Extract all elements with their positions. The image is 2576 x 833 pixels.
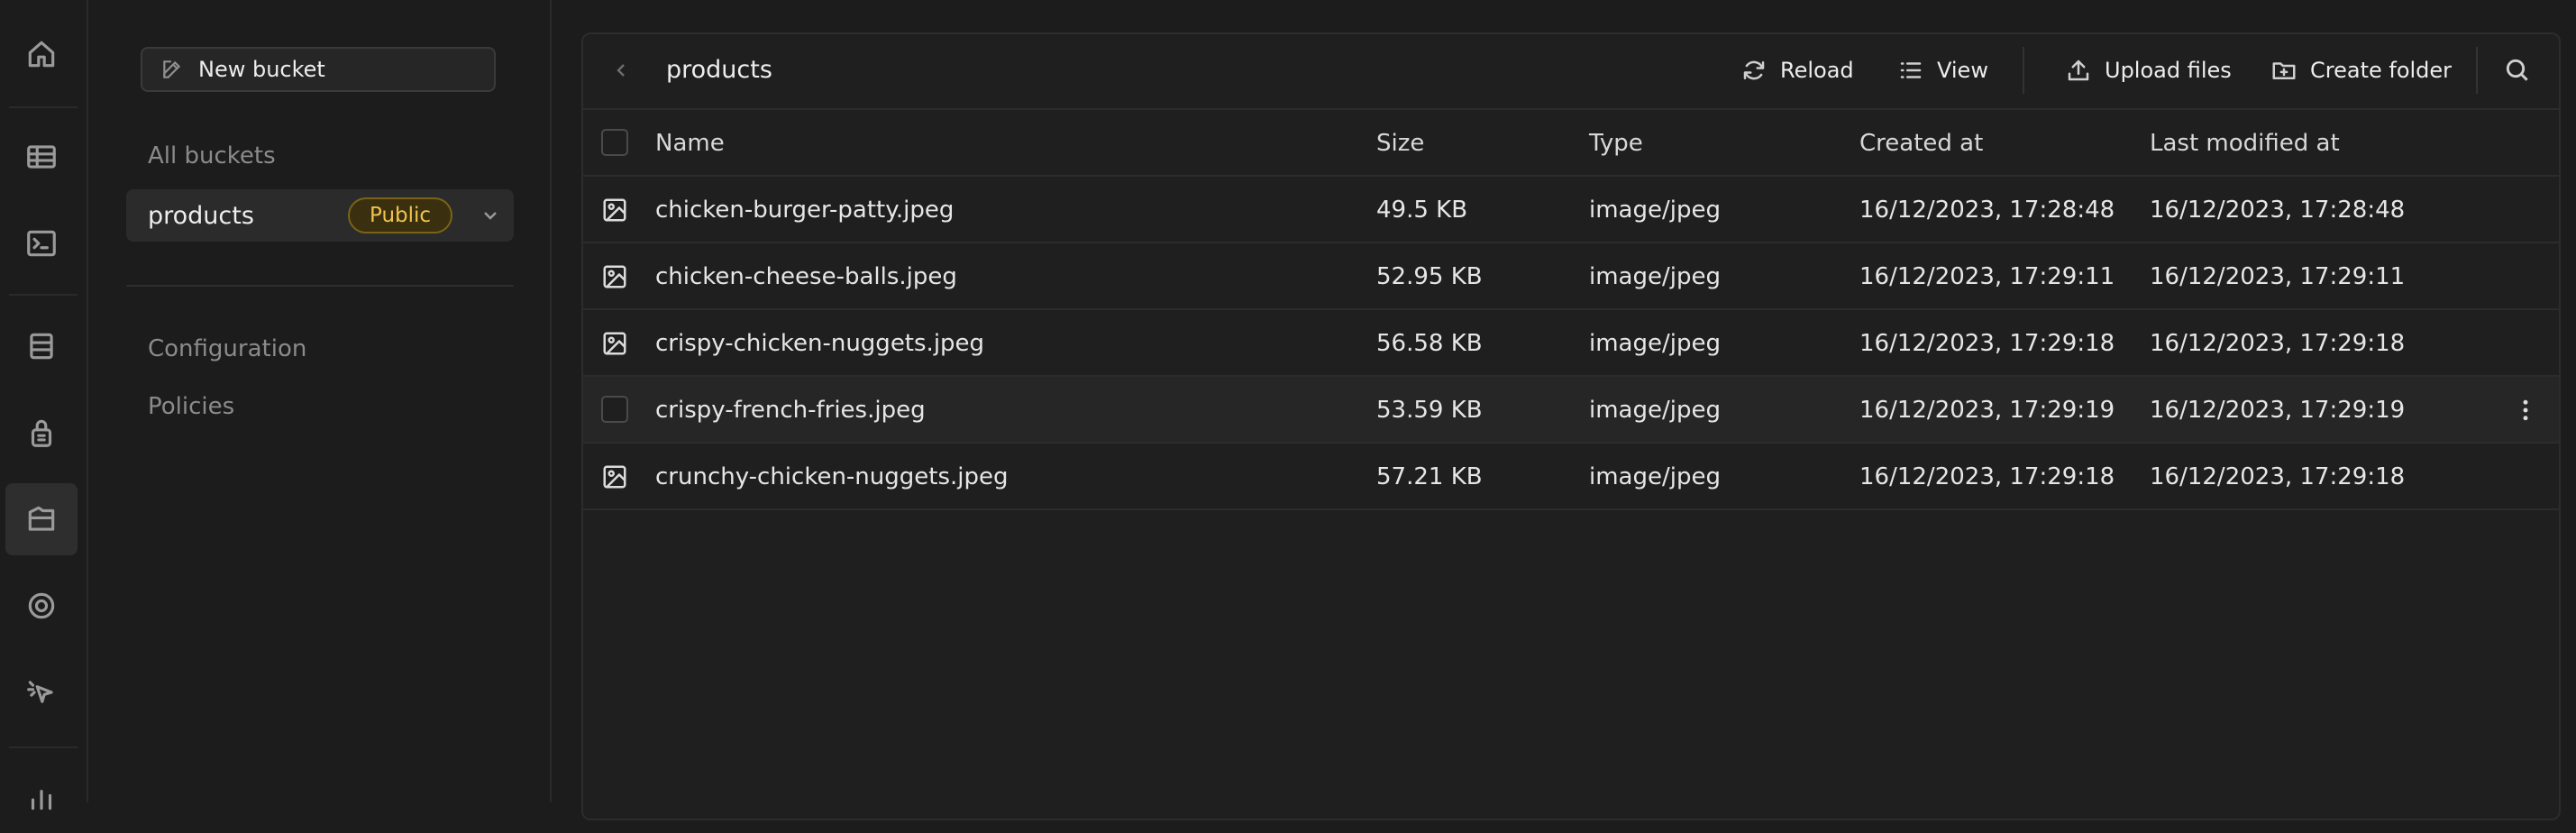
file-type: image/jpeg [1589,463,1721,490]
explorer-toolbar: products Reload View Upload files Create… [583,34,2559,110]
file-created-at: 16/12/2023, 17:28:48 [1859,197,2115,224]
file-created-at: 16/12/2023, 17:29:18 [1859,330,2115,357]
rail-divider [9,746,78,748]
toolbar-divider [2476,47,2478,94]
table-header: Name Size Type Created at Last modified … [583,110,2559,177]
public-badge: Public [348,197,453,233]
image-file-icon [603,332,626,355]
file-name: crunchy-chicken-nuggets.jpeg [655,463,1009,490]
image-file-icon [603,198,626,222]
file-name: crispy-french-fries.jpeg [655,397,926,424]
view-button[interactable]: View [1897,52,1988,88]
file-explorer: products Reload View Upload files Create… [581,32,2561,820]
reload-label: Reload [1780,58,1854,83]
file-modified-at: 16/12/2023, 17:28:48 [2150,197,2406,224]
file-size: 49.5 KB [1376,197,1468,224]
table-row[interactable]: crunchy-chicken-nuggets.jpeg 57.21 KB im… [583,444,2559,510]
column-last-modified-at[interactable]: Last modified at [2150,130,2340,157]
column-name[interactable]: Name [655,130,725,157]
storage-icon[interactable] [5,483,78,555]
column-size[interactable]: Size [1376,130,1424,157]
storage-sidebar: New bucket All buckets products Public C… [88,0,552,802]
edge-functions-icon[interactable] [5,656,78,728]
rail-divider [9,106,78,108]
table-row[interactable]: chicken-cheese-balls.jpeg 52.95 KB image… [583,243,2559,310]
edit-icon [163,60,181,78]
column-type[interactable]: Type [1589,130,1643,157]
view-label: View [1937,58,1988,83]
image-file-icon [603,465,626,489]
realtime-icon[interactable] [5,570,78,642]
file-size: 57.21 KB [1376,463,1483,490]
file-name: chicken-cheese-balls.jpeg [655,263,957,290]
table-editor-icon[interactable] [5,121,78,193]
file-type: image/jpeg [1589,397,1721,424]
file-modified-at: 16/12/2023, 17:29:19 [2150,397,2406,424]
file-modified-at: 16/12/2023, 17:29:11 [2150,263,2406,290]
rail-divider [9,294,78,296]
table-row[interactable]: crispy-french-fries.jpeg 53.59 KB image/… [583,377,2559,444]
bucket-item-products[interactable]: products Public [126,189,514,242]
icon-rail [0,0,88,810]
reload-button[interactable]: Reload [1740,52,1854,88]
select-all-checkbox[interactable] [601,129,628,156]
file-modified-at: 16/12/2023, 17:29:18 [2150,330,2406,357]
toolbar-divider [2023,47,2024,94]
new-bucket-button[interactable]: New bucket [141,47,496,92]
reports-icon[interactable] [5,761,78,833]
auth-icon[interactable] [5,397,78,469]
upload-label: Upload files [2105,58,2232,83]
upload-files-button[interactable]: Upload files [2065,52,2232,88]
file-size: 52.95 KB [1376,263,1483,290]
bucket-name: products [148,202,254,230]
folder-plus-icon [2272,62,2296,79]
file-created-at: 16/12/2023, 17:29:19 [1859,397,2115,424]
sidebar-divider [126,285,514,287]
file-name: chicken-burger-patty.jpeg [655,197,955,224]
file-created-at: 16/12/2023, 17:29:11 [1859,263,2115,290]
sidebar-link-policies[interactable]: Policies [148,393,234,420]
chevron-left-icon[interactable] [610,60,632,81]
new-bucket-label: New bucket [198,57,325,82]
breadcrumb: products [666,56,772,84]
table-row[interactable]: chicken-burger-patty.jpeg 49.5 KB image/… [583,177,2559,243]
sidebar-link-configuration[interactable]: Configuration [148,335,306,362]
create-folder-label: Create folder [2310,58,2453,83]
image-file-icon [603,265,626,288]
file-name: crispy-chicken-nuggets.jpeg [655,330,985,357]
file-created-at: 16/12/2023, 17:29:18 [1859,463,2115,490]
sql-editor-icon[interactable] [5,207,78,279]
database-icon[interactable] [5,310,78,382]
file-type: image/jpeg [1589,263,1721,290]
file-size: 53.59 KB [1376,397,1483,424]
row-checkbox[interactable] [601,396,628,423]
search-icon[interactable] [2503,56,2532,85]
refresh-icon [1743,60,1765,80]
more-options-icon[interactable] [2512,397,2539,424]
table-row[interactable]: crispy-chicken-nuggets.jpeg 56.58 KB ima… [583,310,2559,377]
file-modified-at: 16/12/2023, 17:29:18 [2150,463,2406,490]
home-icon[interactable] [5,18,78,90]
list-icon [1900,62,1922,78]
create-folder-button[interactable]: Create folder [2270,52,2452,88]
file-type: image/jpeg [1589,330,1721,357]
file-type: image/jpeg [1589,197,1721,224]
all-buckets-heading: All buckets [148,142,276,169]
chevron-down-icon[interactable] [480,205,501,226]
column-created-at[interactable]: Created at [1859,130,1983,157]
upload-icon [2068,60,2089,81]
file-size: 56.58 KB [1376,330,1483,357]
